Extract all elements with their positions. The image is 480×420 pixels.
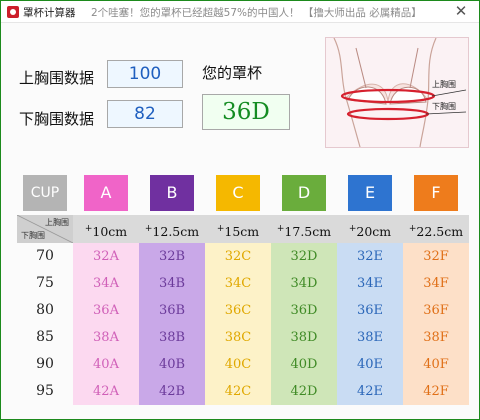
cup-header-e: E (348, 175, 392, 211)
increment-value: 20cm (356, 224, 392, 240)
cup-header-d: D (282, 175, 326, 211)
app-logo-icon (7, 6, 19, 18)
increment-label: +22.5cm (403, 215, 469, 243)
cup-column-d: 32D 34D 36D 38D 40D 42D (271, 243, 337, 405)
size-cell: 40C (224, 357, 252, 372)
under-bust-input[interactable]: 82 (107, 100, 183, 128)
under-bust-label: 下胸围数据 (19, 110, 95, 128)
increment-label: +10cm (73, 215, 139, 243)
under-bust-value: 85 (36, 329, 54, 345)
size-cell: 32B (158, 249, 186, 264)
size-cell: 42C (224, 384, 252, 399)
cup-size-table: CUP ABCDEF 上胸围 下胸围 +10cm +12.5cm +15cm +17.… (17, 171, 469, 405)
size-cell: 34E (356, 276, 384, 291)
size-cell: 42B (158, 384, 186, 399)
size-cell: 34F (423, 276, 449, 291)
cup-header-f: F (414, 175, 458, 211)
size-cell: 34C (224, 276, 252, 291)
size-cell: 32E (356, 249, 384, 264)
table-corner: 上胸围 下胸围 (17, 215, 73, 243)
cup-header-label: CUP (23, 175, 67, 211)
increment-label: +15cm (205, 215, 271, 243)
bust-figure-icon: 上胸围 下胸围 (333, 37, 467, 148)
increment-value: 10cm (92, 224, 128, 240)
cup-header-c: C (216, 175, 260, 211)
title-bar: 罩杯计算器 2个哇塞！您的罩杯已经超越57%的中国人！ 【撸大师出品 必属精品】… (1, 1, 479, 23)
size-cell: 40E (356, 357, 384, 372)
increment-value: 22.5cm (416, 224, 464, 240)
size-cell: 38C (224, 330, 252, 345)
size-cell: 38A (93, 330, 119, 345)
size-cell: 42E (356, 384, 384, 399)
illus-upper-label: 上胸围 (432, 79, 456, 89)
size-cell: 34D (290, 276, 318, 291)
window-title: 罩杯计算器 (23, 7, 76, 19)
increment-label: +12.5cm (139, 215, 205, 243)
size-cell: 34B (158, 276, 186, 291)
size-cell: 42A (93, 384, 119, 399)
size-cell: 38B (158, 330, 186, 345)
under-bust-value: 75 (36, 275, 54, 291)
size-cell: 36D (290, 303, 318, 318)
cup-column-a: 32A 34A 36A 38A 40A 42A (73, 243, 139, 405)
upper-bust-label: 上胸围数据 (19, 69, 95, 87)
cup-column-c: 32C 34C 36C 38C 40C 42C (205, 243, 271, 405)
increment-value: 12.5cm (152, 224, 200, 240)
increment-value: 15cm (224, 224, 260, 240)
size-cell: 36C (224, 303, 252, 318)
under-bust-value: 70 (36, 248, 54, 264)
corner-upper-label: 上胸围 (45, 218, 69, 227)
size-cell: 32A (93, 249, 119, 264)
size-cell: 36E (356, 303, 384, 318)
size-cell: 32C (224, 249, 252, 264)
upper-bust-input[interactable]: 100 (107, 60, 183, 88)
app-window: 罩杯计算器 2个哇塞！您的罩杯已经超越57%的中国人！ 【撸大师出品 必属精品】… (0, 0, 480, 420)
size-cell: 32F (423, 249, 449, 264)
under-bust-value: 95 (36, 383, 54, 399)
illus-lower-label: 下胸围 (432, 101, 456, 111)
size-cell: 40A (93, 357, 119, 372)
increment-label: +20cm (337, 215, 403, 243)
cup-column-f: 32F 34F 36F 38F 40F 42F (403, 243, 469, 405)
cup-column-e: 32E 34E 36E 38E 40E 42E (337, 243, 403, 405)
size-cell: 40D (290, 357, 318, 372)
size-cell: 34A (93, 276, 119, 291)
under-bust-value: 90 (36, 356, 54, 372)
bust-measurement-illustration: 上胸围 下胸围 (325, 37, 469, 148)
cup-column-b: 32B 34B 36B 38B 40B 42B (139, 243, 205, 405)
size-cell: 40F (423, 357, 449, 372)
size-cell: 38D (290, 330, 318, 345)
title-message: 2个哇塞！您的罩杯已经超越57%的中国人！ 【撸大师出品 必属精品】 (91, 7, 422, 19)
size-cell: 36B (158, 303, 186, 318)
size-cell: 36F (423, 303, 449, 318)
size-cell: 32D (290, 249, 318, 264)
size-cell: 36A (93, 303, 119, 318)
cup-header-a: A (84, 175, 128, 211)
size-cell: 42F (423, 384, 449, 399)
size-cell: 42D (290, 384, 318, 399)
increment-label: +17.5cm (271, 215, 337, 243)
cup-header-b: B (150, 175, 194, 211)
cup-result: 36D (202, 94, 290, 130)
corner-lower-label: 下胸围 (21, 231, 45, 240)
size-cell: 40B (158, 357, 186, 372)
under-bust-column: 70 75 80 85 90 95 (17, 243, 73, 405)
size-cell: 38E (356, 330, 384, 345)
close-button[interactable]: ✕ (453, 3, 469, 19)
under-bust-value: 80 (36, 302, 54, 318)
size-cell: 38F (423, 330, 449, 345)
increment-value: 17.5cm (284, 224, 332, 240)
result-label: 您的罩杯 (202, 64, 263, 82)
increment-row: 上胸围 下胸围 +10cm +12.5cm +15cm +17.5cm +20cm +22… (17, 215, 469, 243)
